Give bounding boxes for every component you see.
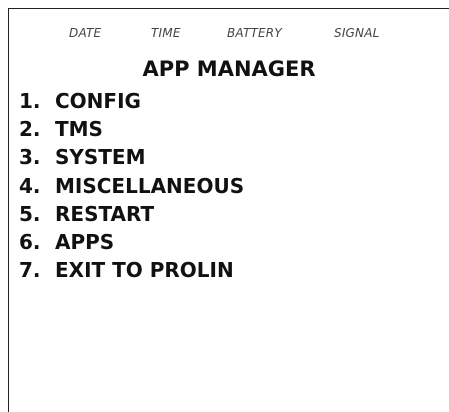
menu-item-label: SYSTEM <box>55 145 146 170</box>
menu-item-number: 7. <box>19 258 41 283</box>
menu-item-number: 3. <box>19 145 41 170</box>
menu-item-exit-to-prolin[interactable]: 7. EXIT TO PROLIN <box>19 256 244 284</box>
menu-item-restart[interactable]: 5. RESTART <box>19 200 244 228</box>
menu-item-number: 1. <box>19 89 41 114</box>
status-bar: DATE TIME BATTERY SIGNAL <box>9 26 449 42</box>
menu-item-apps[interactable]: 6. APPS <box>19 228 244 256</box>
menu-item-label: EXIT TO PROLIN <box>55 258 234 283</box>
terminal-screen: DATE TIME BATTERY SIGNAL APP MANAGER 1. … <box>8 8 449 412</box>
app-manager-menu: 1. CONFIG 2. TMS 3. SYSTEM 4. MISCELLANE… <box>19 87 244 284</box>
menu-item-label: APPS <box>55 230 115 255</box>
status-signal: SIGNAL <box>334 26 380 40</box>
menu-item-number: 4. <box>19 173 41 198</box>
menu-item-tms[interactable]: 2. TMS <box>19 115 244 143</box>
status-date: DATE <box>69 26 102 40</box>
menu-item-number: 6. <box>19 230 41 255</box>
menu-item-system[interactable]: 3. SYSTEM <box>19 143 244 171</box>
menu-item-label: RESTART <box>55 201 155 226</box>
menu-item-label: MISCELLANEOUS <box>55 173 245 198</box>
status-time: TIME <box>151 26 181 40</box>
menu-item-config[interactable]: 1. CONFIG <box>19 87 244 115</box>
menu-item-miscellaneous[interactable]: 4. MISCELLANEOUS <box>19 172 244 200</box>
menu-item-label: TMS <box>55 117 103 142</box>
menu-item-label: CONFIG <box>55 89 141 114</box>
status-battery: BATTERY <box>227 26 282 40</box>
page-title: APP MANAGER <box>142 57 316 81</box>
menu-item-number: 2. <box>19 117 41 142</box>
menu-item-number: 5. <box>19 201 41 226</box>
